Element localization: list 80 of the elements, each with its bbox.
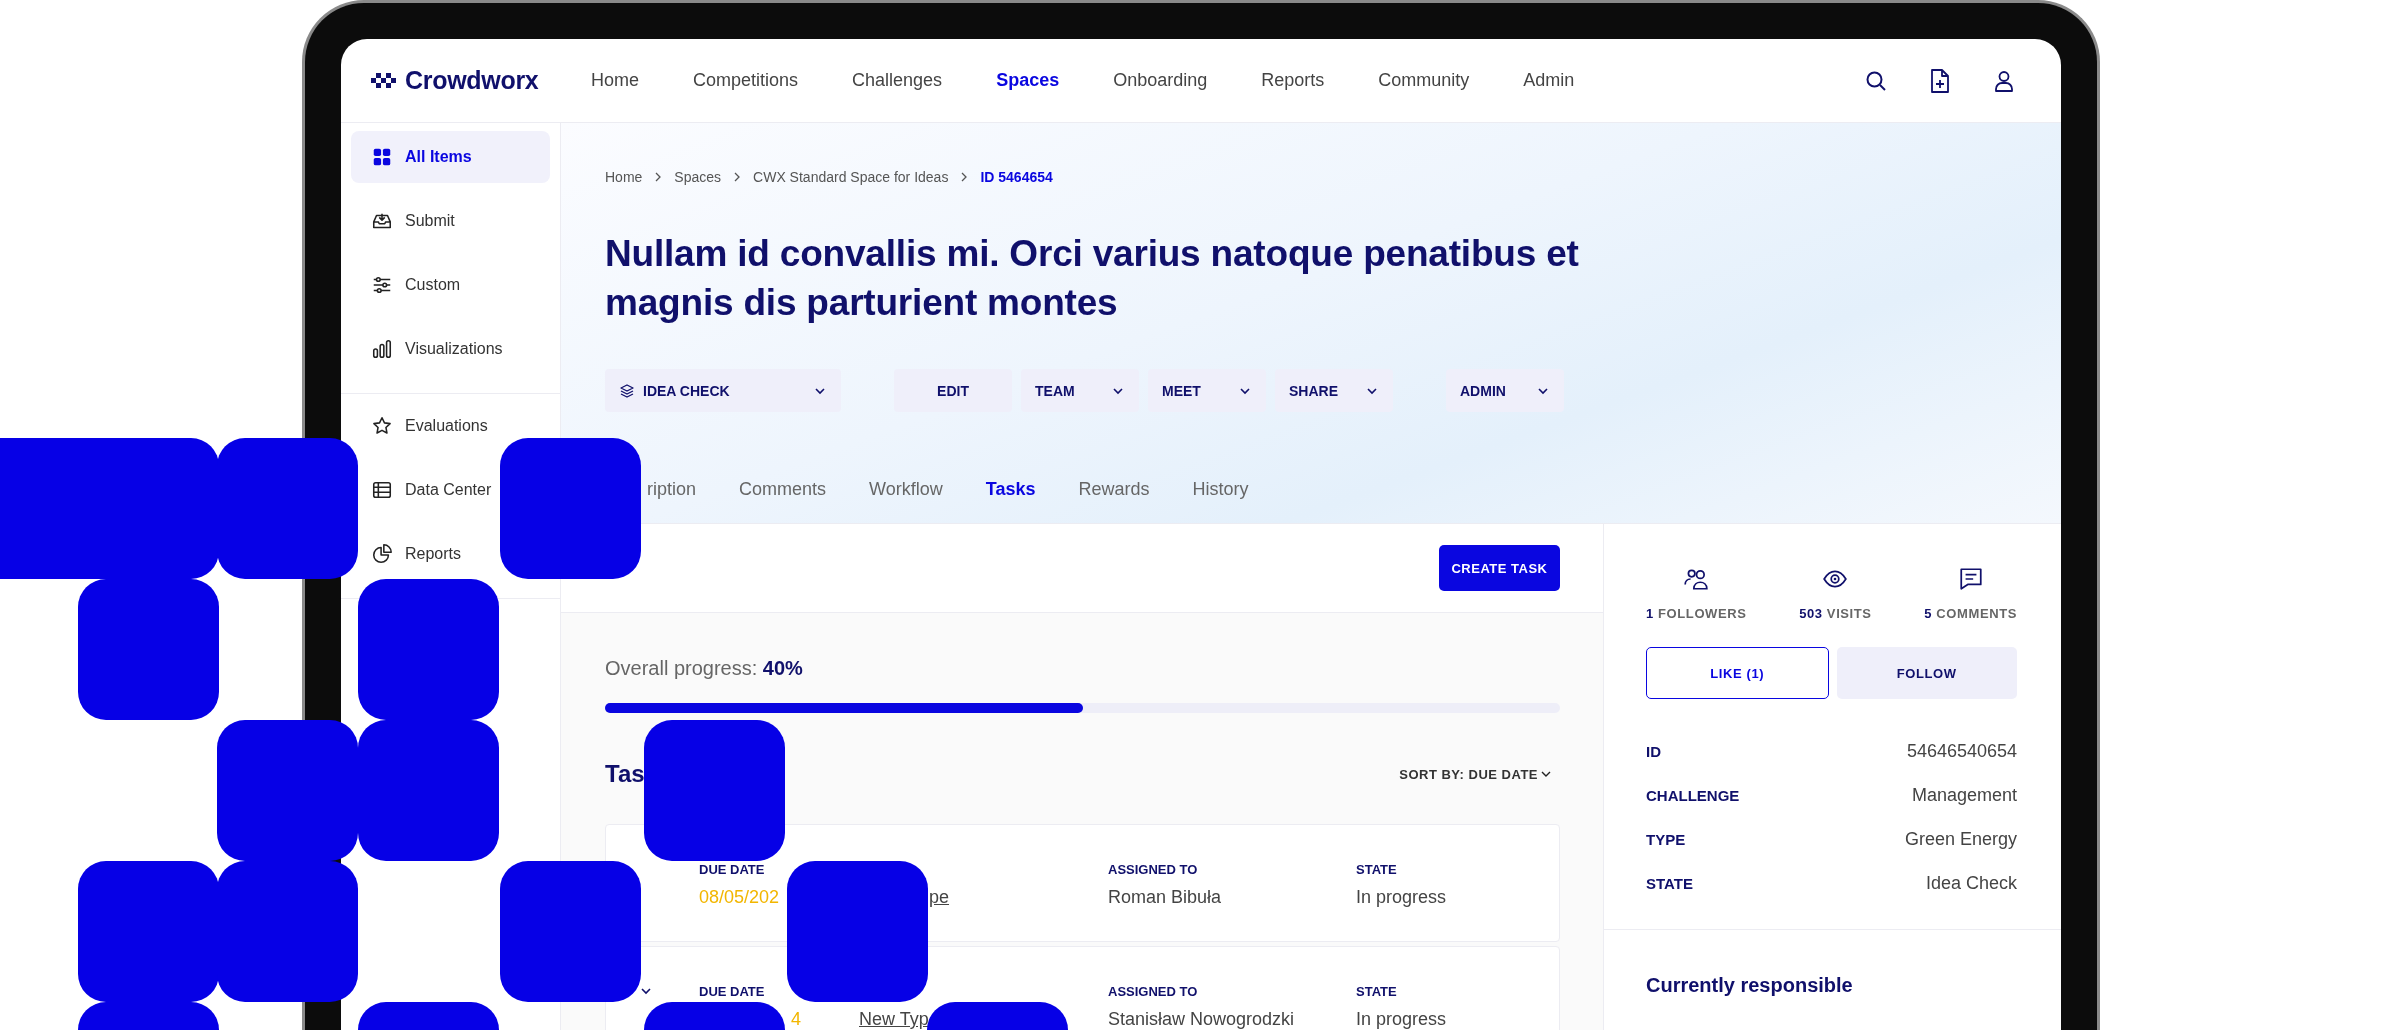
breadcrumb-link[interactable]: Home [605,169,643,185]
action-button[interactable]: IDEA CHECK [605,369,841,412]
column-header: DUE DATE [699,984,766,1000]
progress-label: Overall progress: 40% [605,656,804,680]
detail-value: Management [1911,784,2017,806]
people-icon [1683,566,1710,592]
column-header: ASSIGNED TO [1108,862,1199,878]
sidebar-item[interactable]: Reports [371,528,462,580]
grid-icon [371,146,393,168]
nav-link[interactable]: Competitions [693,70,799,91]
tab[interactable]: Workflow [869,471,943,507]
breadcrumb-link[interactable]: Spaces [674,169,722,185]
page-title: Nullam id convallis mi. Orci varius natoque penatibus et magnis dis parturient montes [605,232,1580,325]
nav-link[interactable]: Home [591,70,639,91]
panel-button[interactable]: FOLLOW [1836,647,2017,699]
sidebar-item[interactable]: Custom [371,259,461,311]
sidebar-item[interactable]: Data Center [371,464,492,516]
sidebar-item[interactable]: All Items [351,131,550,183]
chat-icon [1957,566,1984,592]
stat-label: 5 COMMENTS [1924,606,2017,621]
detail-value: Green Energy [1904,828,2017,850]
action-button[interactable]: ADMIN [1446,369,1564,412]
tab[interactable]: History [1192,471,1249,507]
column-header: DUE DATE [699,862,766,878]
detail-label: ID [1646,742,1661,760]
sort-dropdown[interactable]: SORT BY: DUE DATE [1399,766,1560,782]
task-value[interactable]: pe [929,887,950,907]
action-button[interactable]: TEAM [1021,369,1139,412]
column-header: STATE [1356,984,1398,1000]
layers-icon [619,382,635,399]
stat-label: 503 VISITS [1799,606,1872,621]
table-icon [371,479,393,501]
sliders-icon [371,274,393,296]
detail-label: TYPE [1646,830,1686,848]
detail-label: CHALLENGE [1646,786,1740,804]
document-plus-icon[interactable] [1928,67,1952,94]
detail-label: STATE [1646,874,1693,892]
detail-value: Idea Check [1925,872,2017,894]
column-header: ASSIGNED TO [1108,984,1199,1000]
tab[interactable]: Rewards [1078,471,1150,507]
tab[interactable]: ription [647,471,697,507]
task-value: 08/05/202 [699,887,780,907]
sidebar-item[interactable]: Visualizations [371,323,503,375]
chevron-right-icon [960,172,969,182]
breadcrumb-link[interactable]: CWX Standard Space for Ideas [753,169,949,185]
task-value: In progress [1356,887,1447,907]
task-value: In progress [1356,1009,1447,1029]
stat-label: 1 FOLLOWERS [1646,606,1747,621]
nav-link[interactable]: Community [1378,70,1470,91]
nav-link[interactable]: Challenges [852,70,943,91]
tab[interactable]: Tasks [985,471,1036,507]
nav-link[interactable]: Reports [1261,70,1325,91]
task-value: 4 [791,1009,801,1029]
sidebar-item[interactable]: Submit [371,195,455,247]
chevron-right-icon [654,172,663,182]
bar-chart-icon [371,338,393,360]
action-button[interactable]: EDIT [894,369,1012,412]
section-heading: Currently responsible [1646,974,1854,997]
nav-link[interactable]: Admin [1523,70,1575,91]
star-icon [371,415,393,437]
tasks-heading: Tas [605,760,645,788]
logo-icon [371,72,397,89]
column-header: STATE [1356,862,1398,878]
action-button[interactable]: SHARE [1275,369,1393,412]
task-value: Roman Bibuła [1108,887,1222,907]
pie-chart-icon [371,543,393,565]
nav-link[interactable]: Onboarding [1113,70,1208,91]
breadcrumb-link[interactable]: ID 5464654 [980,169,1053,185]
action-button[interactable]: MEET [1148,369,1266,412]
task-value: Stanisław Nowogrodzki [1108,1009,1295,1029]
panel-button[interactable]: LIKE (1) [1646,647,1829,699]
sidebar-item[interactable]: Evaluations [371,400,488,452]
nav-link[interactable]: Spaces [996,70,1060,91]
tab[interactable]: Comments [739,471,827,507]
chevron-right-icon [733,172,742,182]
brand-name: Crowdworx [405,66,539,95]
user-icon[interactable] [1992,68,2016,93]
detail-value: 54646540654 [1906,740,2017,762]
create-task-button[interactable]: CREATE TASK [1439,545,1560,591]
task-value[interactable]: New Typ [859,1009,929,1029]
